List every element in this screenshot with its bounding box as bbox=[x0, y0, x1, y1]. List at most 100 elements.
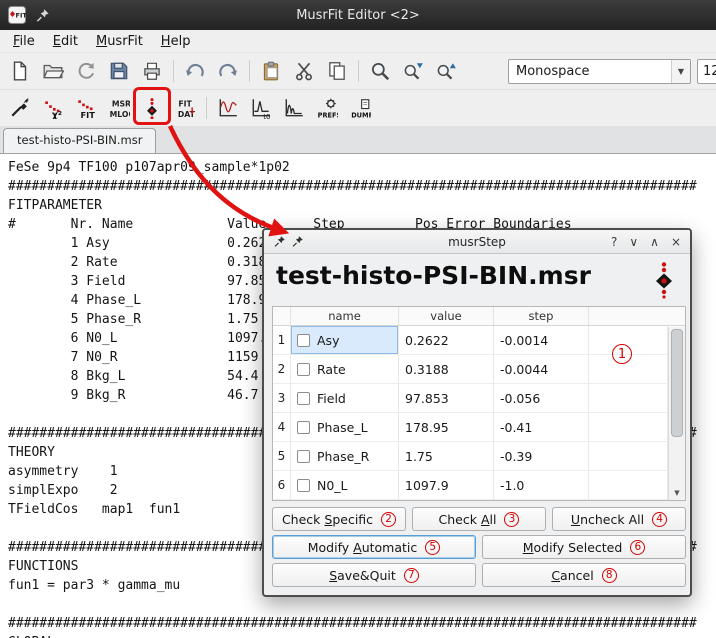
save-button[interactable] bbox=[104, 56, 134, 86]
close-icon[interactable]: × bbox=[671, 235, 681, 249]
column-header-value[interactable]: value bbox=[399, 307, 494, 325]
font-size-value: 12 bbox=[703, 64, 716, 79]
step-cell[interactable]: -0.056 bbox=[494, 384, 589, 412]
shade-icon[interactable]: ∨ bbox=[629, 235, 638, 249]
check-specific-button[interactable]: Check Specific 2 bbox=[272, 507, 406, 531]
button-label: Uncheck All bbox=[571, 512, 644, 527]
step-cell[interactable]: -0.39 bbox=[494, 442, 589, 470]
scroll-down-icon[interactable]: ▼ bbox=[669, 486, 685, 500]
param-name: N0_L bbox=[317, 478, 348, 493]
undo-button[interactable] bbox=[180, 56, 210, 86]
menu-musrfit[interactable]: MusrFit bbox=[87, 32, 152, 51]
redo-button[interactable] bbox=[213, 56, 243, 86]
find-previous-icon bbox=[435, 60, 457, 82]
value-cell[interactable]: 97.853 bbox=[399, 384, 494, 412]
value-cell[interactable]: 0.3188 bbox=[399, 355, 494, 383]
cancel-button[interactable]: Cancel 8 bbox=[482, 563, 686, 587]
dialog-titlebar[interactable]: musrStep ? ∨ ∧ × bbox=[264, 230, 690, 254]
row-number: 3 bbox=[273, 384, 291, 412]
step-cell[interactable]: -0.0014 bbox=[494, 326, 589, 354]
step-cell[interactable]: -0.41 bbox=[494, 413, 589, 441]
cut-button[interactable] bbox=[289, 56, 319, 86]
column-header-name[interactable]: name bbox=[291, 307, 399, 325]
musrt0-button[interactable]: t0 bbox=[246, 93, 276, 123]
menu-help[interactable]: Help bbox=[152, 32, 200, 51]
table-row[interactable]: 5 Phase_R 1.75 -0.39 bbox=[273, 442, 668, 471]
find-next-button[interactable] bbox=[398, 56, 428, 86]
value-cell[interactable]: 1097.9 bbox=[399, 471, 494, 499]
musrstep-button[interactable] bbox=[137, 93, 167, 123]
vertical-scrollbar[interactable]: ▼ bbox=[668, 327, 685, 500]
menu-file[interactable]: File bbox=[4, 32, 44, 51]
svg-text:χ²: χ² bbox=[52, 110, 62, 119]
find-button[interactable] bbox=[365, 56, 395, 86]
musrdump-button[interactable]: DUMP bbox=[345, 93, 375, 123]
toolbar-separator bbox=[358, 60, 359, 82]
open-file-button[interactable] bbox=[38, 56, 68, 86]
pin-icon[interactable] bbox=[273, 235, 286, 248]
annotation-step-3: 3 bbox=[504, 512, 519, 527]
column-header-step[interactable]: step bbox=[494, 307, 589, 325]
tab-msr-file[interactable]: test-histo-PSI-BIN.msr bbox=[3, 128, 156, 153]
table-row[interactable]: 2 Rate 0.3188 -0.0044 bbox=[273, 355, 668, 384]
save-icon bbox=[108, 60, 130, 82]
modify-selected-button[interactable]: Modify Selected 6 bbox=[482, 535, 686, 559]
step-cell[interactable]: -1.0 bbox=[494, 471, 589, 499]
musrft-button[interactable] bbox=[279, 93, 309, 123]
check-all-button[interactable]: Check All 3 bbox=[412, 507, 546, 531]
save-quit-button[interactable]: Save&Quit 7 bbox=[272, 563, 476, 587]
value-cell[interactable]: 178.95 bbox=[399, 413, 494, 441]
musrfit-chisq-button[interactable]: χ² bbox=[38, 93, 68, 123]
row-checkbox[interactable] bbox=[297, 450, 310, 463]
musrview-button[interactable] bbox=[213, 93, 243, 123]
pin-icon[interactable] bbox=[291, 235, 304, 248]
table-row[interactable]: 6 N0_L 1097.9 -1.0 bbox=[273, 471, 668, 500]
row-number: 1 bbox=[273, 326, 291, 354]
font-family-combobox[interactable]: Monospace ▼ bbox=[508, 59, 691, 84]
scrollbar-handle[interactable] bbox=[671, 329, 683, 437]
toolbar-separator bbox=[206, 97, 207, 119]
print-icon bbox=[141, 60, 163, 82]
musrfit-run-button[interactable]: FIT bbox=[71, 93, 101, 123]
maximize-icon[interactable]: ∧ bbox=[650, 235, 659, 249]
help-icon[interactable]: ? bbox=[611, 235, 617, 249]
new-file-button[interactable] bbox=[5, 56, 35, 86]
msr2data-button[interactable]: FIT DAT bbox=[170, 93, 200, 123]
musrt0-plot-icon: t0 bbox=[250, 97, 272, 119]
editor-line: ########################################… bbox=[8, 177, 716, 196]
annotation-step-5: 5 bbox=[425, 540, 440, 555]
musrfit-editor-window: FIT MusrFit Editor <2> File Edit MusrFit… bbox=[0, 0, 716, 638]
row-checkbox[interactable] bbox=[297, 479, 310, 492]
editor-line bbox=[8, 595, 716, 614]
uncheck-all-button[interactable]: Uncheck All 4 bbox=[552, 507, 686, 531]
musrprefs-button[interactable]: PREFS bbox=[312, 93, 342, 123]
row-checkbox[interactable] bbox=[297, 334, 310, 347]
modify-automatic-button[interactable]: Modify Automatic 5 bbox=[272, 535, 476, 559]
table-row[interactable]: 4 Phase_L 178.95 -0.41 bbox=[273, 413, 668, 442]
table-row[interactable]: 3 Field 97.853 -0.056 bbox=[273, 384, 668, 413]
msr2mlog-button[interactable]: MSR MLOG bbox=[104, 93, 134, 123]
menu-edit[interactable]: Edit bbox=[44, 32, 87, 51]
print-button[interactable] bbox=[137, 56, 167, 86]
reload-button[interactable] bbox=[71, 56, 101, 86]
row-checkbox[interactable] bbox=[297, 363, 310, 376]
musr-wizard-button[interactable] bbox=[5, 93, 35, 123]
dialog-window-buttons: ? ∨ ∧ × bbox=[611, 235, 681, 249]
chevron-down-icon[interactable]: ▼ bbox=[671, 60, 690, 83]
step-cell[interactable]: -0.0044 bbox=[494, 355, 589, 383]
row-checkbox[interactable] bbox=[297, 421, 310, 434]
value-cell[interactable]: 1.75 bbox=[399, 442, 494, 470]
copy-button[interactable] bbox=[322, 56, 352, 86]
paste-button[interactable] bbox=[256, 56, 286, 86]
musrview-plot-icon bbox=[217, 97, 239, 119]
chisq-plot-icon: χ² bbox=[42, 97, 64, 119]
row-checkbox[interactable] bbox=[297, 392, 310, 405]
param-name: Phase_R bbox=[317, 449, 369, 464]
pin-icon[interactable] bbox=[35, 8, 50, 23]
value-cell[interactable]: 0.2622 bbox=[399, 326, 494, 354]
dialog-msr-filename: test-histo-PSI-BIN.msr bbox=[276, 261, 591, 290]
find-previous-button[interactable] bbox=[431, 56, 461, 86]
toolbar-separator bbox=[173, 60, 174, 82]
table-row[interactable]: 1 Asy 0.2622 -0.0014 bbox=[273, 326, 668, 355]
font-size-spinbox[interactable]: 12 ▲ ▼ bbox=[697, 59, 716, 84]
